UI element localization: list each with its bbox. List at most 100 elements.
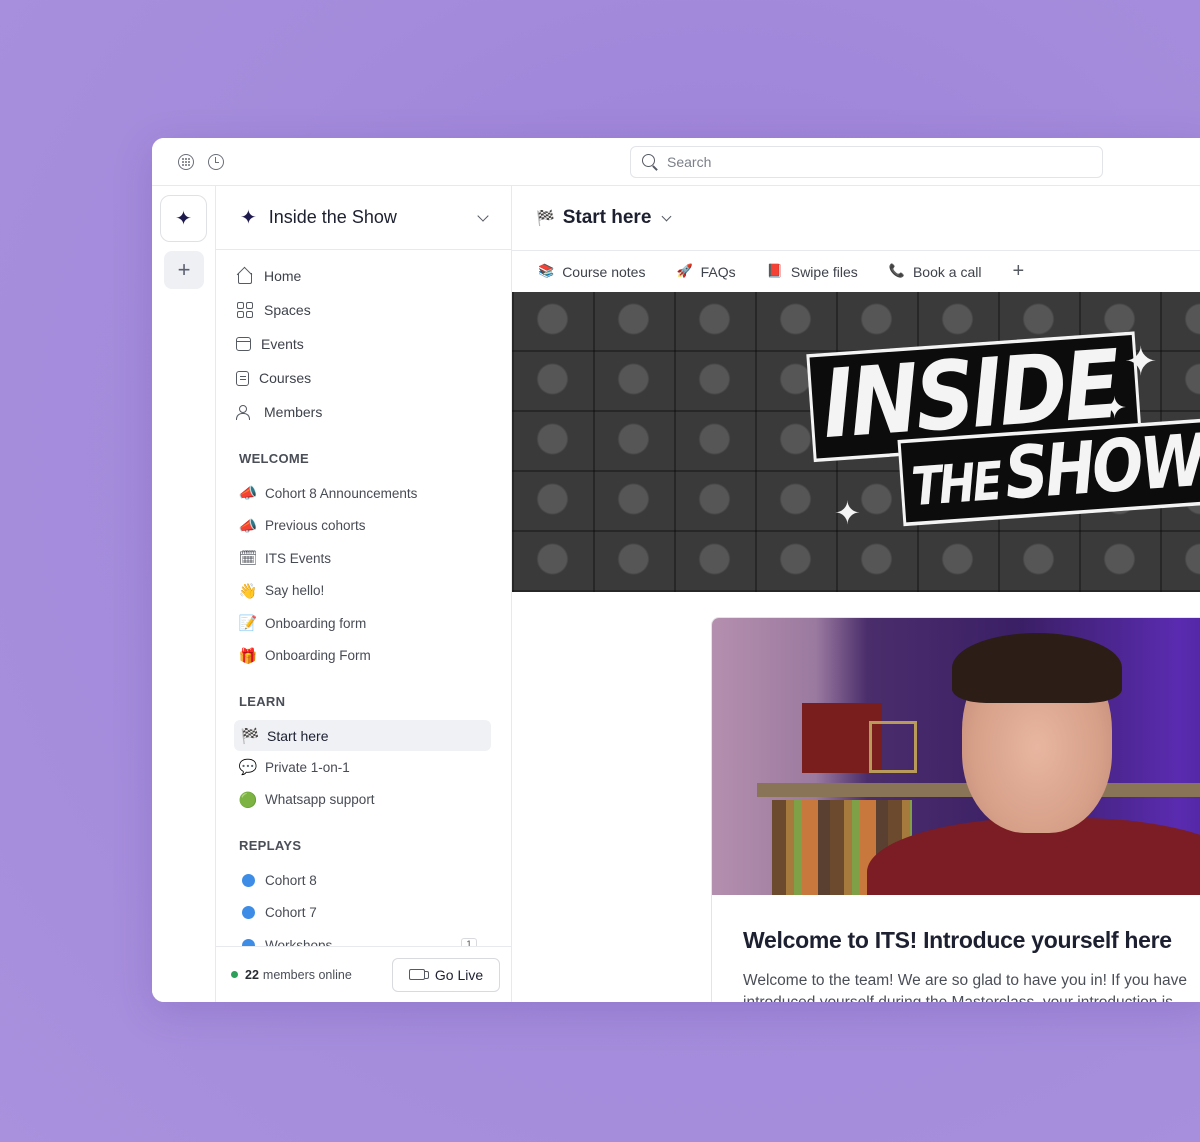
online-text[interactable]: members online [263,968,352,982]
post-text-line: introduced yourself during the Mastercla… [743,992,1199,1002]
rocket-icon: 🚀 [676,264,693,279]
community-header[interactable]: ✦ Inside the Show [216,186,511,250]
tab-label: Swipe files [790,263,858,280]
section-label-replays[interactable]: REPLAYS [216,838,511,856]
post-title[interactable]: Welcome to ITS! Introduce yourself here [743,927,1199,954]
chevron-down-icon[interactable] [661,211,672,221]
space-label: Onboarding form [265,615,367,631]
sidebar-item-label: Courses [259,370,312,386]
clock-icon[interactable] [208,154,224,170]
chevron-down-icon[interactable] [477,209,489,222]
sidebar-scroll[interactable]: Home Spaces Events Courses Members WELCO… [216,250,511,946]
go-live-label: Go Live [434,966,484,983]
keypad-icon[interactable] [178,154,194,170]
checkered-flag-icon: 🏁 [536,209,555,227]
space-say-hello[interactable]: 👋 Say hello! [216,575,511,608]
add-tab-button[interactable]: + [1012,260,1024,283]
spaces-icon [236,301,254,319]
tab-course-notes[interactable]: 📚 Course notes [538,264,645,280]
space-workshops[interactable]: Workshops 1 [216,929,511,946]
waving-hand-icon: 👋 [238,581,258,600]
online-status-dot [231,971,238,978]
space-label: Private 1-on-1 [265,759,350,775]
space-start-here[interactable]: 🏁 Start here [234,720,491,751]
tab-label: Book a call [912,263,982,280]
sidebar-item-spaces[interactable]: Spaces [216,293,511,327]
video-scene-hair [952,633,1122,703]
section-label-learn[interactable]: LEARN [216,694,511,712]
community-rail: ✦ + [152,186,216,1002]
space-header: 🏁 Start here [512,186,1200,251]
sparkle-star-icon: ✦ [834,494,861,532]
speech-bubble-icon: 💬 [238,758,258,777]
tab-book-a-call[interactable]: 📞 Book a call [889,264,982,280]
sidebar-item-label: Spaces [264,302,311,318]
space-label: Cohort 8 [265,872,317,888]
calendar-icon [236,337,251,351]
tab-faqs[interactable]: 🚀 FAQs [676,264,735,280]
search-input[interactable] [667,154,1102,170]
gift-icon: 🎁 [238,646,258,665]
section-label-welcome[interactable]: WELCOME [216,451,511,469]
space-label: Workshops [265,937,333,946]
video-thumbnail[interactable] [712,618,1200,895]
space-private-1-on-1[interactable]: 💬 Private 1-on-1 [216,751,511,784]
space-onboarding-form-2[interactable]: 🎁 Onboarding Form [216,640,511,673]
sidebar-item-home[interactable]: Home [216,259,511,293]
space-label: Say hello! [265,583,325,599]
red-book-icon: 📕 [766,264,783,279]
space-label: Previous cohorts [265,518,366,534]
blue-circle-icon [242,906,255,920]
community-switcher-button[interactable]: ✦ [160,195,207,242]
space-cohort-8[interactable]: Cohort 8 [216,864,511,897]
tab-label: FAQs [700,263,736,280]
sparkles-icon: ✦ [240,206,257,229]
sidebar-item-courses[interactable]: Courses [216,361,511,395]
sidebar-item-events[interactable]: Events [216,327,511,361]
space-cohort-7[interactable]: Cohort 7 [216,897,511,930]
phone-icon: 📞 [888,264,905,279]
home-icon [236,267,254,285]
sidebar-item-members[interactable]: Members [216,395,511,429]
post-text: Welcome to the team! We are so glad to h… [743,970,1199,1002]
sidebar: ✦ Inside the Show Home Spaces Events Cou… [216,186,512,1002]
community-name: Inside the Show [268,207,397,227]
megaphone-icon: 📣 [238,516,258,535]
books-icon: 📚 [538,264,555,279]
add-community-button[interactable]: + [164,251,204,289]
sidebar-item-label: Home [264,268,302,284]
space-whatsapp-support[interactable]: 🟢 Whatsapp support [216,784,511,817]
space-onboarding-form[interactable]: 📝 Onboarding form [216,607,511,640]
app-window: ✦ + ✦ Inside the Show Home Spaces [152,138,1200,1002]
sidebar-item-label: Members [264,404,323,420]
post-card[interactable]: Welcome to ITS! Introduce yourself here … [711,617,1200,1002]
space-tabs: 📚 Course notes 🚀 FAQs 📕 Swipe files 📞 Bo… [512,251,1200,292]
cover-banner: Inside TheShow ✦ ✦ ✦ [512,292,1200,592]
sidebar-item-label: Events [261,336,304,352]
main-content: 🏁 Start here 📚 Course notes 🚀 FAQs 📕 Swi… [512,186,1200,1002]
space-previous-cohorts[interactable]: 📣 Previous cohorts [216,510,511,543]
sparkles-icon: ✦ [175,207,192,230]
page-title[interactable]: Start here [563,207,652,229]
whatsapp-icon: 🟢 [238,790,258,809]
space-label: Cohort 7 [265,905,317,921]
calendar-icon: 🗓 [238,549,258,568]
memo-icon: 📝 [238,614,258,633]
space-label: Cohort 8 Announcements [265,485,418,501]
sidebar-footer: 22 members online Go Live [216,946,511,1002]
plus-icon: + [177,257,191,282]
go-live-button[interactable]: Go Live [392,957,500,992]
search-box[interactable] [630,146,1103,178]
members-icon [236,403,254,421]
post-body: Welcome to ITS! Introduce yourself here … [712,895,1200,1002]
tab-swipe-files[interactable]: 📕 Swipe files [767,264,858,280]
space-cohort-8-announcements[interactable]: 📣 Cohort 8 Announcements [216,477,511,510]
megaphone-icon: 📣 [238,484,258,503]
unread-badge: 1 [461,938,477,946]
space-label: Start here [267,727,329,744]
tab-label: Course notes [562,263,646,280]
space-label: Onboarding Form [265,648,371,664]
space-its-events[interactable]: 🗓 ITS Events [216,542,511,575]
video-scene-frame [869,721,917,773]
courses-icon [236,370,249,386]
